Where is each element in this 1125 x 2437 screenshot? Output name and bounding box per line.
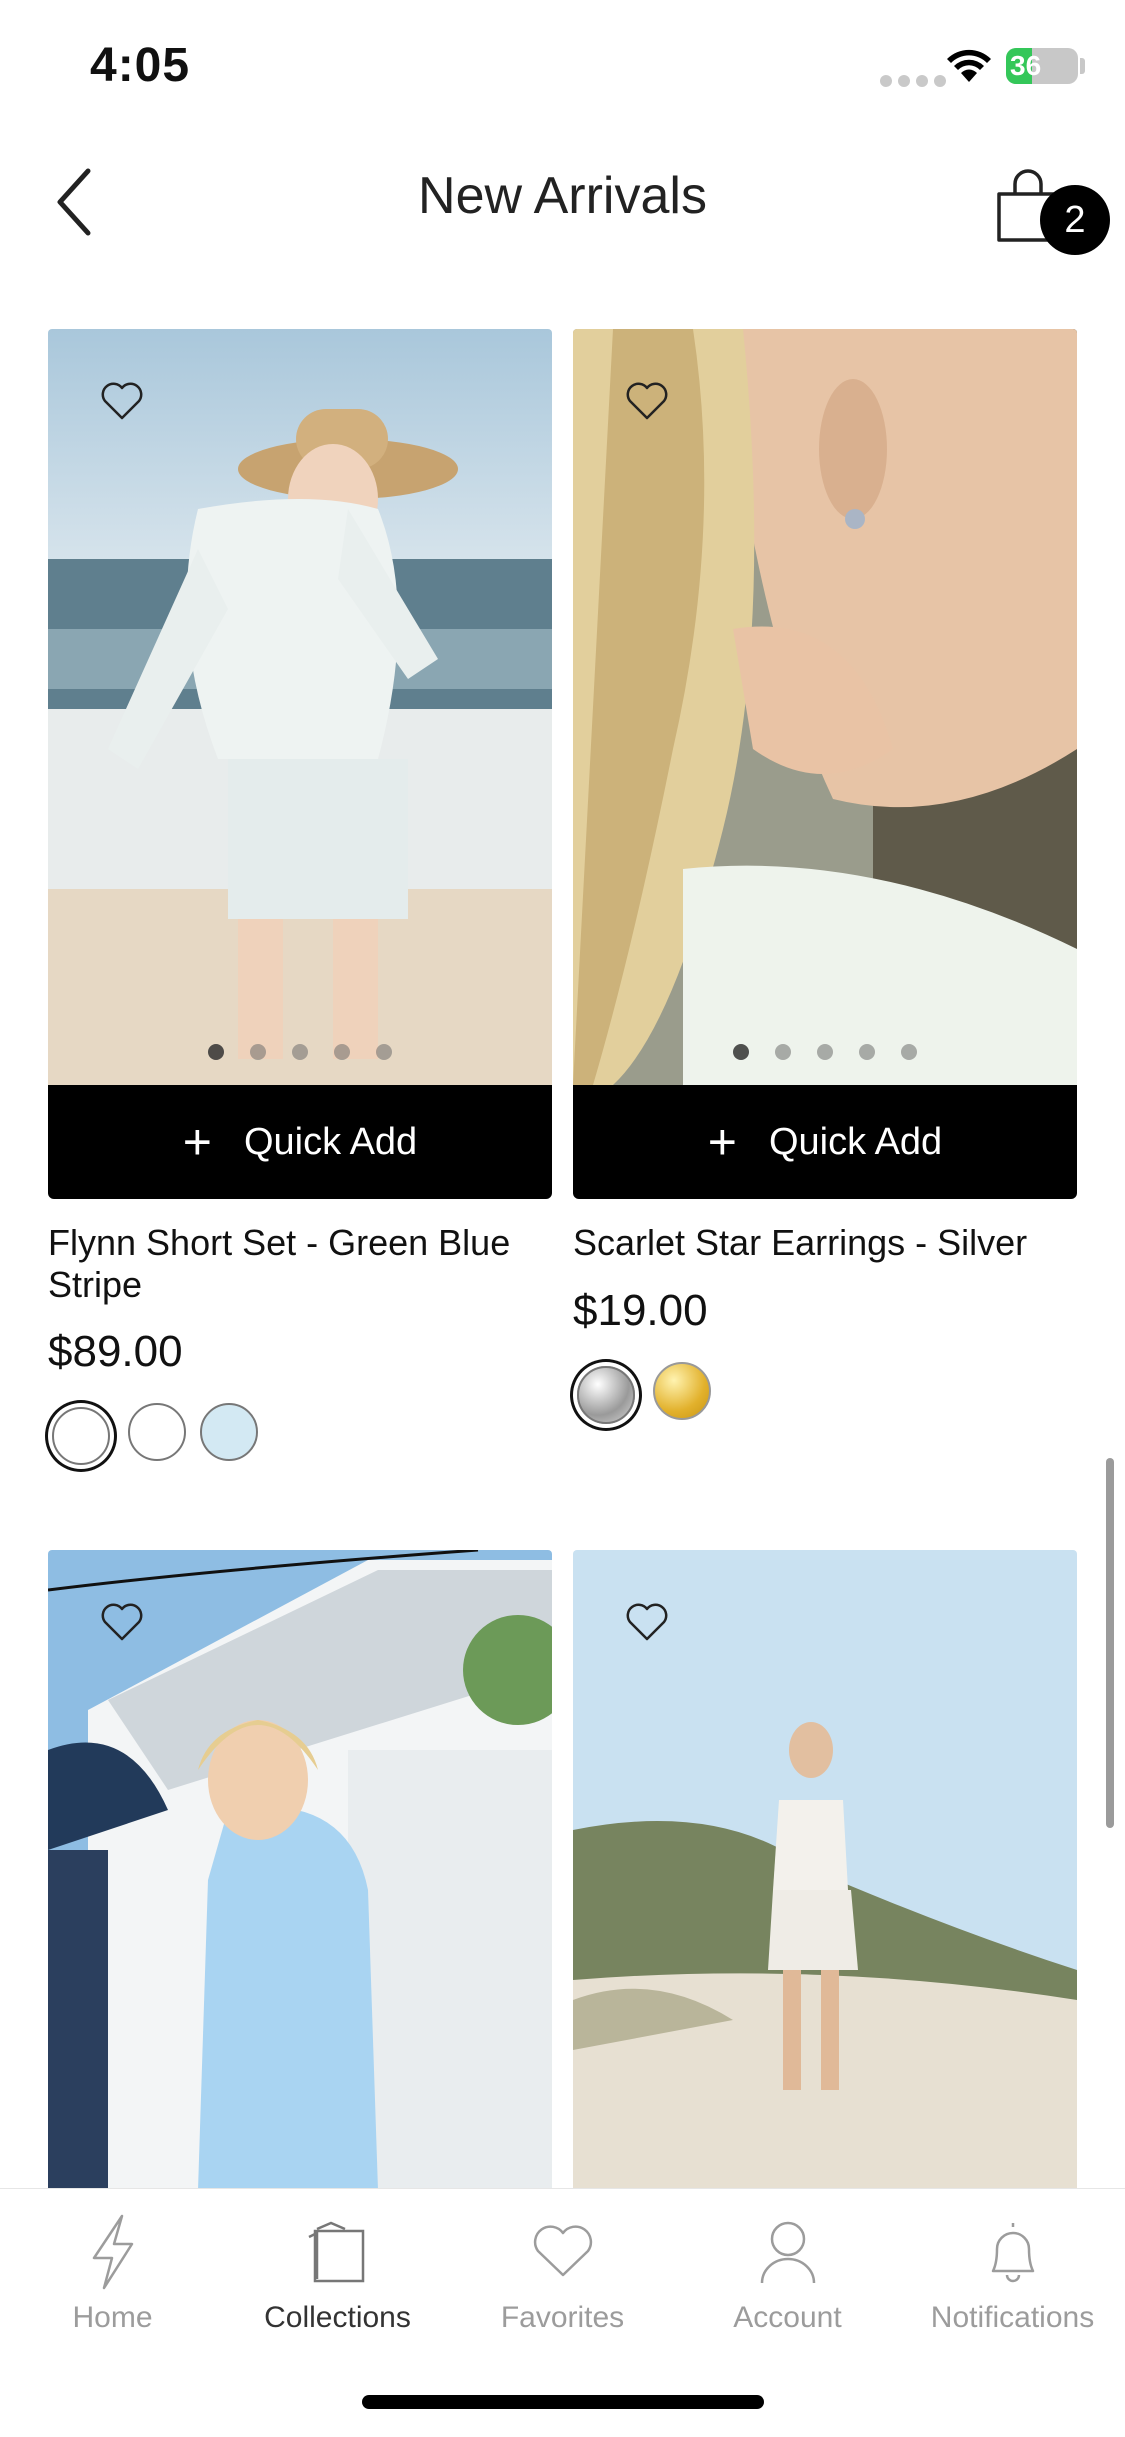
status-time: 4:05	[90, 39, 191, 92]
pagination-dot[interactable]	[901, 1044, 917, 1060]
bell-icon	[991, 2223, 1034, 2283]
swatch-silver[interactable]	[577, 1366, 635, 1424]
status-bar: 4:05 36	[0, 0, 1125, 140]
product-image[interactable]	[573, 1550, 1077, 2190]
tab-label: Account	[733, 2301, 842, 2334]
swatch-white[interactable]	[128, 1403, 186, 1461]
product-image[interactable]	[48, 1550, 552, 2190]
pagination-dot[interactable]	[859, 1044, 875, 1060]
swatch-white[interactable]	[52, 1407, 110, 1465]
tab-notifications[interactable]: Notifications	[900, 2207, 1125, 2335]
product-price: $89.00	[48, 1327, 183, 1376]
tab-label: Favorites	[500, 2301, 625, 2334]
battery-icon: 36	[1006, 48, 1078, 84]
pagination-dot[interactable]	[292, 1044, 308, 1060]
heart-icon	[533, 2225, 592, 2277]
favorite-button[interactable]	[100, 1602, 144, 1647]
favorite-button[interactable]	[625, 1602, 669, 1647]
pagination-dot[interactable]	[334, 1044, 350, 1060]
swatch-gold[interactable]	[653, 1362, 711, 1420]
tab-label: Collections	[264, 2301, 411, 2334]
quick-add-label: Quick Add	[243, 1120, 418, 1163]
tab-label: Notifications	[930, 2301, 1095, 2334]
favorite-button[interactable]	[100, 381, 144, 426]
product-name[interactable]: Scarlet Star Earrings - Silver	[573, 1222, 1077, 1264]
heart-icon	[626, 1603, 668, 1641]
pagination-dot[interactable]	[250, 1044, 266, 1060]
image-pagination	[573, 1044, 1077, 1065]
page-title: New Arrivals	[418, 167, 707, 225]
tab-favorites[interactable]: Favorites	[450, 2207, 675, 2335]
heart-icon	[101, 1603, 143, 1641]
scrollbar[interactable]	[1106, 1458, 1114, 1828]
product-name[interactable]: Flynn Short Set - Green Blue Stripe	[48, 1222, 552, 1306]
quick-add-button[interactable]: + Quick Add	[48, 1085, 552, 1199]
tab-bar: Home Collections Favorites Account Notif…	[0, 2188, 1125, 2437]
tab-home[interactable]: Home	[0, 2207, 225, 2335]
battery-tip	[1080, 58, 1085, 74]
favorite-button[interactable]	[625, 381, 669, 426]
heart-icon	[101, 382, 143, 420]
product-image[interactable]	[48, 329, 552, 1085]
tab-label: Home	[72, 2301, 153, 2334]
plus-icon: +	[707, 1114, 737, 1170]
tab-collections[interactable]: Collections	[225, 2207, 450, 2335]
quick-add-button[interactable]: + Quick Add	[573, 1085, 1077, 1199]
battery-level: 36	[1010, 50, 1042, 81]
person-icon	[760, 2221, 815, 2284]
nav-header: New Arrivals	[0, 140, 1125, 270]
pagination-dot[interactable]	[775, 1044, 791, 1060]
image-pagination	[48, 1044, 552, 1065]
color-swatches	[573, 1362, 725, 1424]
pagination-dot[interactable]	[733, 1044, 749, 1060]
product-image[interactable]	[573, 329, 1077, 1085]
product-price: $19.00	[573, 1286, 708, 1335]
home-indicator	[362, 2395, 764, 2409]
quick-add-label: Quick Add	[768, 1120, 943, 1163]
cart-count-badge: 2	[1040, 185, 1110, 255]
wifi-icon	[945, 48, 993, 89]
plus-icon: +	[182, 1114, 212, 1170]
cellular-signal-icon	[880, 74, 952, 92]
bolt-icon	[92, 2214, 133, 2290]
pagination-dot[interactable]	[376, 1044, 392, 1060]
heart-icon	[626, 382, 668, 420]
pagination-dot[interactable]	[817, 1044, 833, 1060]
pagination-dot[interactable]	[208, 1044, 224, 1060]
collections-icon	[307, 2221, 364, 2283]
swatch-light-blue[interactable]	[200, 1403, 258, 1461]
color-swatches	[48, 1403, 272, 1465]
tab-account[interactable]: Account	[675, 2207, 900, 2335]
